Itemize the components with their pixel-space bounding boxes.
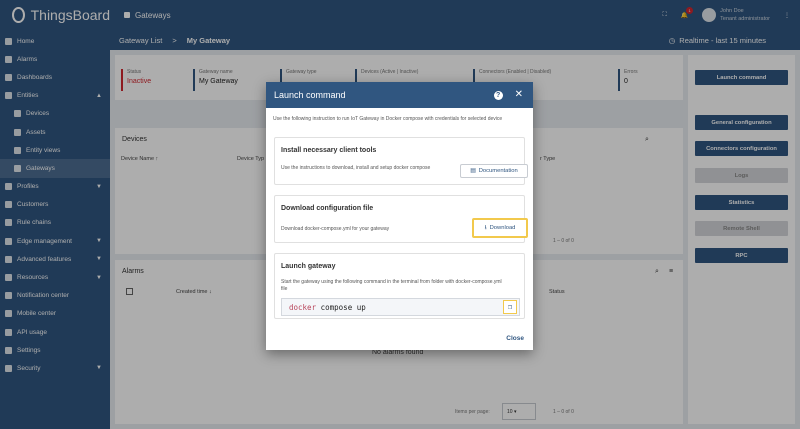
- command-code-box: docker compose up ❐: [281, 298, 520, 316]
- install-tools-card: Install necessary client tools Use the i…: [274, 137, 528, 185]
- close-icon[interactable]: ✕: [515, 90, 523, 100]
- help-icon[interactable]: ?: [493, 90, 503, 100]
- launch-gateway-card: Launch gateway Start the gateway using t…: [274, 253, 525, 319]
- dialog-header: Launch command ? ✕: [266, 82, 533, 108]
- dialog-title: Launch command: [274, 90, 346, 100]
- document-icon: ▤: [470, 168, 476, 174]
- install-tools-desc: Use the instructions to download, instal…: [281, 165, 431, 171]
- copy-icon[interactable]: ❐: [503, 300, 517, 314]
- install-tools-title: Install necessary client tools: [281, 147, 377, 154]
- launch-command-dialog: Launch command ? ✕ Use the following ins…: [266, 82, 533, 350]
- download-button[interactable]: ⭳ Download: [472, 218, 528, 238]
- launch-gateway-desc: Start the gateway using the following co…: [281, 279, 502, 292]
- download-label: Download: [489, 225, 516, 231]
- download-config-card: Download configuration file Download doc…: [274, 195, 528, 243]
- dialog-close-button[interactable]: Close: [506, 335, 524, 342]
- launch-gateway-title: Launch gateway: [281, 263, 336, 270]
- command-args: compose up: [316, 302, 366, 312]
- download-icon: ⭳: [484, 225, 487, 231]
- command-keyword: docker: [289, 302, 317, 312]
- download-config-desc: Download docker-compose.yml for your gat…: [281, 226, 390, 232]
- download-config-title: Download configuration file: [281, 205, 374, 212]
- dialog-intro: Use the following instruction to run IoT…: [273, 116, 503, 122]
- documentation-button[interactable]: ▤ Documentation: [460, 164, 528, 178]
- documentation-label: Documentation: [478, 168, 518, 174]
